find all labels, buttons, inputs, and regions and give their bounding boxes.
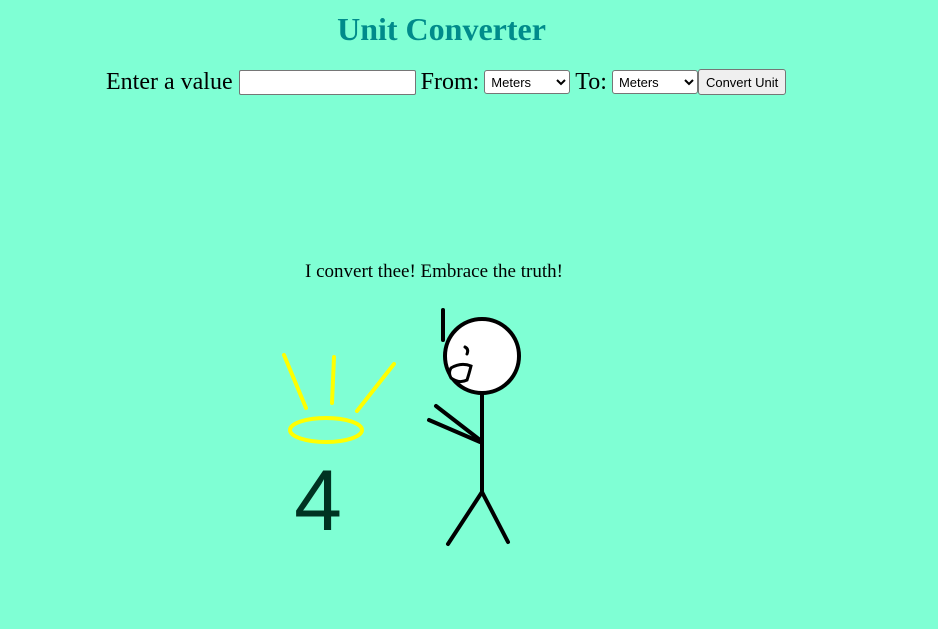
halo-ring [288, 416, 364, 444]
converter-form: Enter a value From: Meters To: Meters Co… [106, 66, 787, 98]
to-label: To: [575, 68, 607, 95]
stick-figure-illustration: 4 [282, 308, 521, 549]
stick-figure [427, 308, 521, 546]
haloed-number: 4 [294, 453, 342, 549]
from-label: From: [420, 68, 480, 95]
value-label: Enter a value [106, 68, 233, 95]
halo-rays [282, 353, 396, 413]
from-unit-select[interactable]: Meters [484, 70, 571, 94]
convert-unit-button[interactable]: Convert Unit [697, 69, 787, 95]
to-unit-select[interactable]: Meters [611, 70, 698, 94]
value-input[interactable] [238, 69, 416, 95]
page-title: Unit Converter [337, 11, 546, 47]
illustration-caption: I convert thee! Embrace the truth! [305, 261, 563, 282]
